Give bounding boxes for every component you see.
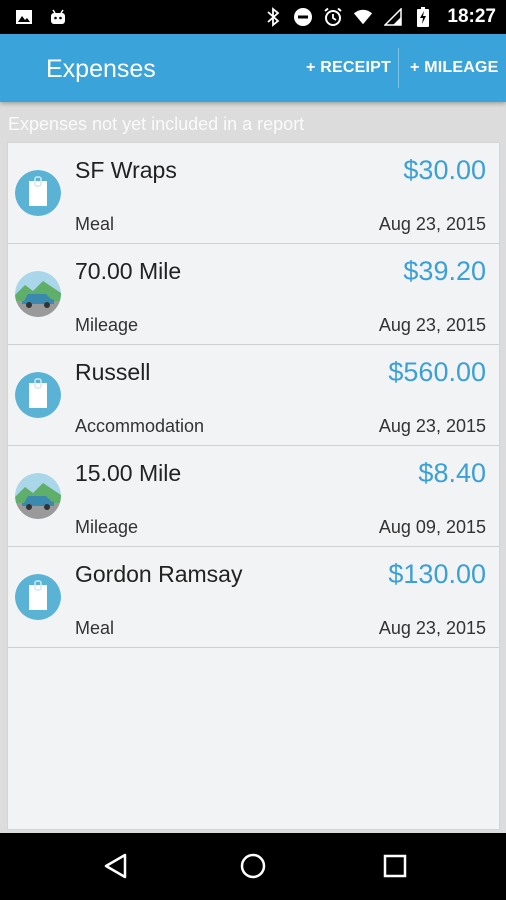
expense-row-15-mile[interactable]: 15.00 Mile $8.40 Mileage Aug 09, 2015: [8, 446, 499, 547]
expense-name: Russell: [75, 359, 151, 385]
navigation-bar: [0, 833, 506, 900]
image-icon: [14, 7, 34, 27]
receipt-icon: [15, 372, 61, 418]
expense-name: SF Wraps: [75, 157, 177, 183]
expense-category: Mileage: [75, 315, 139, 335]
expense-date: Aug 23, 2015: [378, 315, 486, 335]
expense-date: Aug 09, 2015: [378, 517, 486, 537]
expense-date: Aug 23, 2015: [378, 214, 486, 234]
status-bar: 18:27: [0, 0, 506, 34]
car-icon: [15, 473, 61, 519]
expense-category: Mileage: [75, 517, 139, 537]
bluetooth-icon: [263, 7, 283, 27]
expense-name: Gordon Ramsay: [75, 561, 243, 587]
receipt-icon: [15, 170, 61, 216]
expense-date: Aug 23, 2015: [378, 618, 486, 638]
expense-row-russell[interactable]: Russell $560.00 Accommodation Aug 23, 20…: [8, 345, 499, 446]
expense-row-sf-wraps[interactable]: SF Wraps $30.00 Meal Aug 23, 2015: [8, 143, 499, 244]
expense-category: Meal: [75, 618, 115, 638]
expense-date: Aug 23, 2015: [378, 416, 486, 436]
page-title: Expenses: [46, 55, 156, 83]
clock: 18:27: [447, 6, 496, 27]
expense-amount: $30.00: [403, 155, 486, 185]
expense-name: 70.00 Mile: [75, 258, 182, 284]
expense-row-70-mile[interactable]: 70.00 Mile $39.20 Mileage Aug 23, 2015: [8, 244, 499, 345]
receipt-icon: [15, 574, 61, 620]
back-icon[interactable]: [100, 851, 130, 881]
section-header: Expenses not yet included in a report: [8, 114, 305, 134]
signal-icon: [383, 7, 403, 27]
add-mileage-button[interactable]: + MILEAGE: [410, 59, 498, 77]
do-not-disturb-icon: [293, 7, 313, 27]
expense-list: SF Wraps $30.00 Meal Aug 23, 2015 70.00 …: [7, 142, 500, 830]
expense-amount: $130.00: [388, 559, 486, 589]
recents-icon[interactable]: [380, 851, 410, 881]
expense-amount: $8.40: [418, 458, 486, 488]
battery-charging-icon: [413, 7, 433, 27]
wifi-icon: [353, 7, 373, 27]
home-icon[interactable]: [238, 851, 268, 881]
expense-amount: $560.00: [388, 357, 486, 387]
expense-category: Accommodation: [75, 416, 205, 436]
app-bar: Expenses + RECEIPT + MILEAGE: [0, 34, 506, 102]
add-receipt-button[interactable]: + RECEIPT: [306, 59, 391, 77]
expense-name: 15.00 Mile: [75, 460, 182, 486]
expense-category: Meal: [75, 214, 115, 234]
action-divider: [398, 48, 399, 88]
alarm-icon: [323, 7, 343, 27]
android-icon: [48, 7, 68, 27]
expense-row-gordon-ramsay[interactable]: Gordon Ramsay $130.00 Meal Aug 23, 2015: [8, 547, 499, 648]
car-icon: [15, 271, 61, 317]
expense-amount: $39.20: [403, 256, 486, 286]
